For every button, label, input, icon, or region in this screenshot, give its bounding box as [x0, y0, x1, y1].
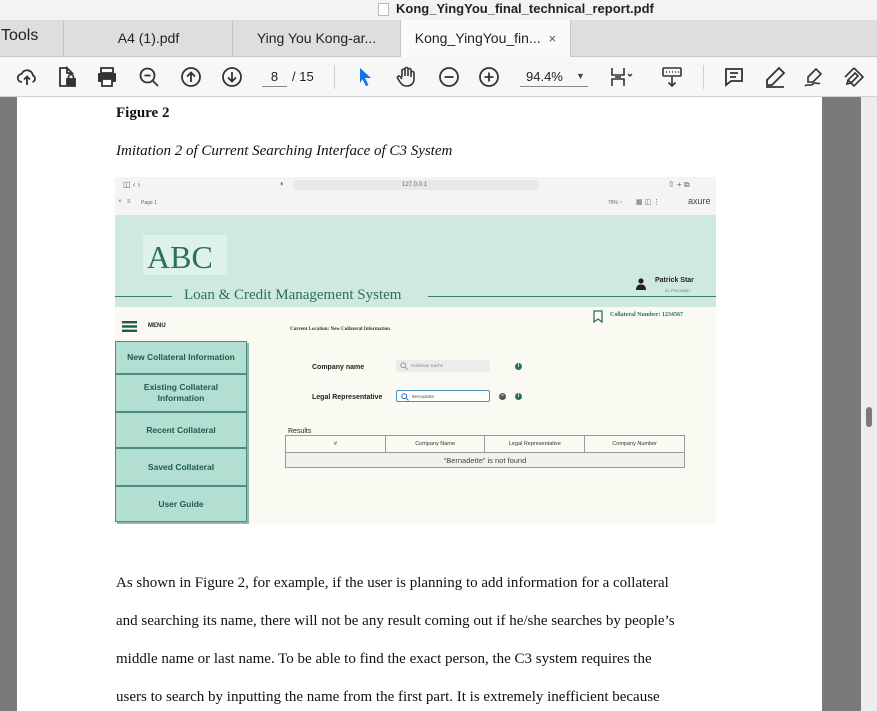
print-icon[interactable]	[95, 65, 119, 89]
hamburger-icon: ≡	[127, 199, 131, 205]
header-rule	[115, 296, 172, 297]
user-icon	[636, 277, 646, 290]
figure-image: ◫ ‹ › ◐ 127.0.0.1 ⇧ + ⧉ × ≡ Page 1 79% ~…	[115, 177, 716, 524]
paragraph-line: and searching its name, there will not b…	[116, 613, 675, 629]
select-arrow-icon[interactable]	[353, 65, 377, 89]
file-lock-icon[interactable]	[54, 65, 78, 89]
info-icon: i	[515, 393, 522, 400]
bookmark-icon	[593, 310, 603, 324]
search-icon	[401, 393, 409, 401]
page-total: / 15	[292, 69, 314, 84]
tab-label: Ying You Kong-ar...	[256, 30, 377, 46]
system-title: Loan & Credit Management System	[184, 287, 402, 303]
search-icon	[400, 362, 408, 370]
table-header: #	[285, 435, 386, 453]
grid-icon: ▦ ◫ ⋮	[636, 199, 661, 206]
document-viewer[interactable]: Figure 2 Imitation 2 of Current Searchin…	[0, 97, 877, 711]
tab-label: Kong_YingYou_fin...	[414, 30, 541, 46]
current-location: Current Location: New Collateral Informa…	[290, 327, 390, 332]
tab-tools[interactable]: Tools	[0, 20, 64, 56]
info-icon: i	[515, 363, 522, 370]
page-down-icon[interactable]	[220, 65, 244, 89]
close-icon: ×	[118, 199, 122, 205]
highlight-pen-icon[interactable]	[763, 65, 787, 89]
side-menu-item: Existing Collateral Information	[115, 374, 247, 412]
tab-ying-you-kong[interactable]: Ying You Kong-ar...	[233, 20, 401, 56]
browser-page: Page 1	[141, 200, 157, 206]
chevron-down-icon[interactable]: ▼	[576, 71, 585, 81]
toolbar-divider	[334, 65, 335, 89]
header-rule	[428, 296, 716, 297]
not-found-message: “Bernadette” is not found	[285, 452, 685, 468]
collateral-number: Collateral Number: 1234567	[610, 312, 683, 318]
user-id: ID: PSC34567	[665, 288, 691, 293]
browser-zoom: 79% ~	[608, 200, 623, 206]
toolbar: 8 / 15 94.4% ▼	[0, 57, 877, 97]
tab-label: A4 (1).pdf	[117, 30, 180, 46]
pdf-page: Figure 2 Imitation 2 of Current Searchin…	[17, 97, 822, 711]
figure-label: Figure 2	[116, 105, 170, 121]
results-label: Results	[288, 428, 312, 435]
menu-label: MENU	[148, 323, 166, 329]
cloud-upload-icon[interactable]	[15, 65, 39, 89]
legal-representative-label: Legal Representative	[312, 394, 383, 401]
privacy-shield-icon: ◐	[280, 179, 285, 188]
abc-logo: ABC	[147, 239, 213, 275]
fit-page-icon[interactable]	[609, 65, 633, 89]
sign-icon[interactable]	[802, 65, 826, 89]
company-name-field: Goldman Sachs	[396, 360, 490, 372]
menu-icon	[122, 319, 137, 332]
table-header: Company Number	[584, 435, 685, 453]
user-name: Patrick Star	[655, 277, 694, 284]
axure-brand: axure	[688, 196, 711, 206]
legal-representative-field: Bernadette	[396, 390, 490, 402]
zoom-out-icon[interactable]	[437, 65, 461, 89]
window-title: Kong_YingYou_final_technical_report.pdf	[396, 1, 654, 16]
hand-icon[interactable]	[394, 65, 418, 89]
clear-icon: ×	[499, 393, 506, 400]
page-number-input[interactable]: 8	[262, 67, 287, 87]
company-name-placeholder: Goldman Sachs	[411, 363, 444, 368]
close-tab-icon[interactable]: ×	[549, 31, 557, 46]
side-menu-item: New Collateral Information	[115, 341, 247, 374]
zoom-search-icon[interactable]	[137, 65, 161, 89]
toolbar-divider	[703, 65, 704, 89]
browser-actions-icon: ⇧ + ⧉	[668, 180, 690, 189]
legal-representative-value: Bernadette	[412, 394, 435, 399]
side-menu-item: Recent Collateral	[115, 412, 247, 448]
browser-url: 127.0.0.1	[402, 182, 428, 188]
keyboard-scroll-icon[interactable]	[660, 65, 684, 89]
paragraph-line: As shown in Figure 2, for example, if th…	[116, 575, 669, 591]
table-header: Legal Representative	[484, 435, 586, 453]
tab-bar: Tools A4 (1).pdf Ying You Kong-ar... Kon…	[0, 20, 877, 57]
sidebar-toggle-icon: ◫ ‹ ›	[123, 180, 141, 189]
page-up-icon[interactable]	[179, 65, 203, 89]
tab-kong-yingyou-final[interactable]: Kong_YingYou_fin... ×	[401, 20, 571, 57]
vertical-scrollbar[interactable]	[861, 97, 877, 711]
side-menu-item: User Guide	[115, 486, 247, 522]
scroll-thumb[interactable]	[866, 407, 872, 427]
paragraph-line: users to search by inputting the name fr…	[116, 689, 660, 705]
figure-caption: Imitation 2 of Current Searching Interfa…	[116, 143, 453, 159]
side-menu-item: Saved Collateral	[115, 448, 247, 486]
tab-a4-pdf[interactable]: A4 (1).pdf	[65, 20, 233, 56]
comment-icon[interactable]	[722, 65, 746, 89]
results-table: # Company Name Legal Representative Comp…	[285, 435, 685, 468]
paragraph-line: middle name or last name. To be able to …	[116, 651, 652, 667]
table-header: Company Name	[384, 435, 486, 453]
window-titlebar: Kong_YingYou_final_technical_report.pdf	[0, 0, 877, 20]
company-name-label: Company name	[312, 364, 365, 371]
share-edit-icon[interactable]	[842, 65, 866, 89]
zoom-in-icon[interactable]	[477, 65, 501, 89]
document-icon	[378, 3, 389, 16]
